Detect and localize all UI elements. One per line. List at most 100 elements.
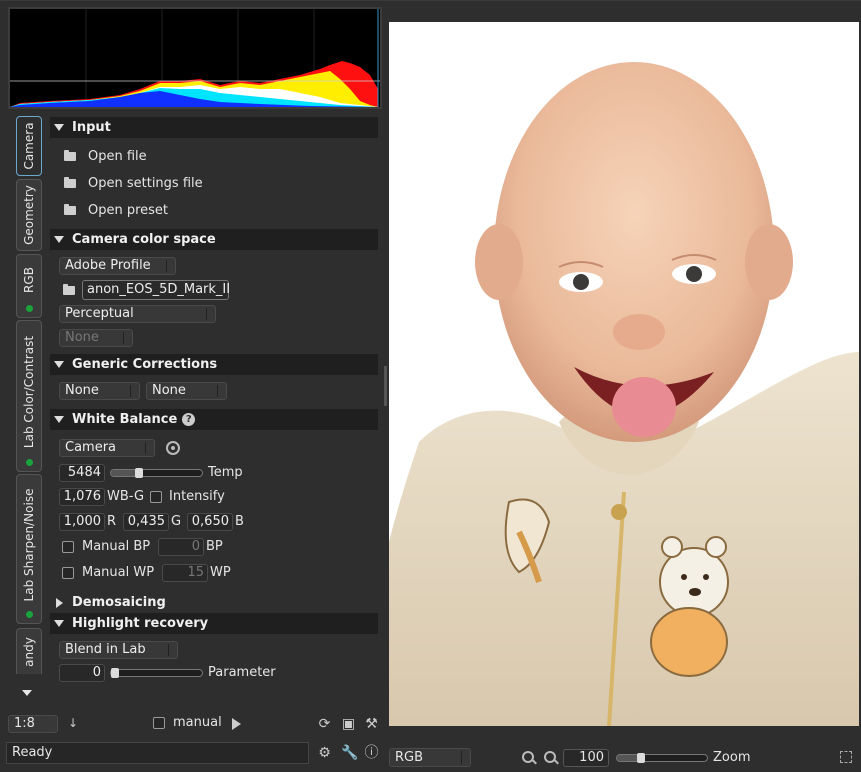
- tab-andy[interactable]: andy: [16, 628, 42, 674]
- image-preview[interactable]: [389, 22, 859, 726]
- section-white-balance-header[interactable]: White Balance ?: [50, 409, 378, 430]
- section-highlight-recovery-header[interactable]: Highlight recovery: [50, 613, 378, 634]
- gear-icon[interactable]: ⚙: [317, 746, 332, 761]
- fullscreen-icon[interactable]: [840, 751, 852, 763]
- expanded-icon: [54, 361, 64, 368]
- section-generic-corrections-title: Generic Corrections: [72, 357, 218, 372]
- zoom-ratio-select[interactable]: 1:8: [8, 715, 58, 733]
- wp-label: WP: [210, 565, 231, 580]
- temp-label: Temp: [208, 465, 243, 480]
- section-generic-corrections-header[interactable]: Generic Corrections: [50, 354, 378, 375]
- expanded-icon: [54, 236, 64, 243]
- histogram-graph: [10, 9, 380, 107]
- temp-slider[interactable]: [110, 468, 203, 478]
- expanded-icon: [54, 124, 64, 131]
- tabs-scroll-down-icon[interactable]: [22, 690, 32, 696]
- tab-geometry[interactable]: Geometry: [16, 179, 42, 251]
- extra-select: None: [59, 329, 133, 347]
- folder-icon: [64, 150, 76, 161]
- zoom-value-field[interactable]: 100: [563, 749, 609, 767]
- tab-lab-sharpen-label: Lab Sharpen/Noise: [22, 488, 36, 602]
- open-preset-label: Open preset: [88, 203, 169, 218]
- highlight-mode-select[interactable]: Blend in Lab: [59, 641, 178, 659]
- info-icon[interactable]: ⓘ: [364, 746, 379, 761]
- r-label: R: [107, 514, 117, 529]
- parameter-label: Parameter: [208, 665, 276, 680]
- section-input-header[interactable]: Input: [50, 117, 378, 138]
- wb-mode-select[interactable]: Camera: [59, 439, 155, 457]
- refresh-icon[interactable]: ⟳: [317, 717, 332, 732]
- wp-value[interactable]: 15: [162, 564, 208, 582]
- bp-value[interactable]: 0: [158, 538, 204, 556]
- wb-picker-icon[interactable]: [166, 441, 180, 455]
- histogram: [8, 7, 382, 109]
- manual-label: manual: [173, 715, 222, 730]
- open-preset-button[interactable]: Open preset: [64, 203, 168, 218]
- tab-lab-sharpen-indicator: [26, 611, 33, 618]
- manual-checkbox[interactable]: [153, 717, 165, 729]
- tab-geometry-label: Geometry: [22, 185, 36, 245]
- save-icon[interactable]: ▣: [341, 717, 356, 732]
- wrench-icon[interactable]: 🔧: [341, 746, 358, 761]
- manual-wp-label: Manual WP: [82, 565, 155, 580]
- play-icon[interactable]: [232, 718, 241, 730]
- open-file-button[interactable]: Open file: [64, 149, 147, 164]
- open-settings-button[interactable]: Open settings file: [64, 176, 203, 191]
- generic-right-select[interactable]: None: [146, 382, 227, 400]
- zoom-label: Zoom: [713, 750, 751, 765]
- g-value[interactable]: 0,435: [123, 513, 169, 531]
- pane-divider[interactable]: [384, 366, 387, 406]
- tab-rgb[interactable]: RGB: [16, 254, 42, 318]
- status-bar: Ready: [6, 742, 309, 764]
- tab-rgb-label: RGB: [22, 266, 36, 293]
- expanded-icon: [54, 620, 64, 627]
- tab-andy-label: andy: [22, 637, 36, 668]
- tab-camera-label: Camera: [22, 122, 36, 170]
- baby-photo: [389, 22, 859, 726]
- tab-lab-sharpen-noise[interactable]: Lab Sharpen/Noise: [16, 474, 42, 624]
- channel-select[interactable]: RGB: [389, 748, 471, 767]
- section-camera-color-space-header[interactable]: Camera color space: [50, 229, 378, 250]
- folder-icon[interactable]: [63, 284, 75, 295]
- open-settings-label: Open settings file: [88, 176, 203, 191]
- section-highlight-recovery-title: Highlight recovery: [72, 616, 209, 631]
- intensify-checkbox[interactable]: [150, 491, 162, 503]
- profile-file-field[interactable]: anon_EOS_5D_Mark_II: [82, 280, 230, 300]
- help-icon[interactable]: ?: [182, 413, 196, 426]
- intensify-label: Intensify: [169, 489, 225, 504]
- b-value[interactable]: 0,650: [187, 513, 233, 531]
- section-input-title: Input: [72, 120, 111, 135]
- collapsed-icon: [56, 597, 63, 608]
- parameter-value[interactable]: 0: [59, 664, 105, 682]
- zoom-in-icon[interactable]: [544, 751, 556, 763]
- section-demosaicing-header[interactable]: Demosaicing: [50, 592, 378, 613]
- intent-select[interactable]: Perceptual: [59, 305, 216, 323]
- tool-panel: Input Open file Open settings file Open …: [50, 114, 380, 684]
- section-camera-color-space-title: Camera color space: [72, 232, 216, 247]
- folder-icon: [64, 204, 76, 215]
- r-value[interactable]: 1,000: [59, 513, 105, 531]
- manual-wp-checkbox[interactable]: [62, 567, 74, 579]
- tool-tabs: Camera Geometry RGB Lab Color/Contrast L…: [14, 114, 44, 674]
- zoom-slider[interactable]: [616, 753, 708, 763]
- tab-lab-color-indicator: [26, 459, 33, 466]
- profile-select[interactable]: Adobe Profile: [59, 257, 176, 275]
- tab-lab-color-label: Lab Color/Contrast: [22, 335, 36, 448]
- g-label: G: [171, 514, 182, 529]
- section-white-balance-title: White Balance: [72, 412, 178, 427]
- section-demosaicing-title: Demosaicing: [72, 595, 166, 610]
- expanded-icon: [54, 416, 64, 423]
- queue-icon[interactable]: ⚒: [364, 717, 379, 732]
- generic-left-select[interactable]: None: [59, 382, 140, 400]
- zoom-out-icon[interactable]: [522, 751, 534, 763]
- wbg-value[interactable]: 1,076: [59, 488, 105, 506]
- temp-value[interactable]: 5484: [59, 464, 105, 482]
- bp-label: BP: [206, 539, 223, 554]
- manual-bp-checkbox[interactable]: [62, 541, 74, 553]
- arrow-down-icon[interactable]: ↓: [68, 716, 78, 730]
- parameter-slider[interactable]: [110, 668, 203, 678]
- app-window: Camera Geometry RGB Lab Color/Contrast L…: [0, 0, 861, 772]
- tab-lab-color-contrast[interactable]: Lab Color/Contrast: [16, 320, 42, 472]
- open-file-label: Open file: [88, 149, 147, 164]
- tab-camera[interactable]: Camera: [16, 116, 42, 176]
